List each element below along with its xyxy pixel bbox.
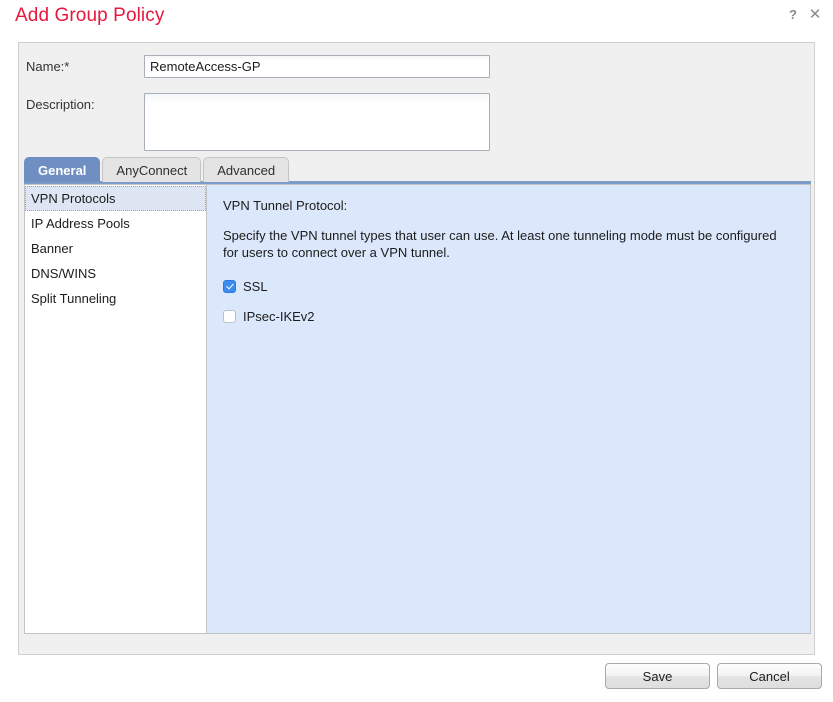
ipsec-ikev2-checkbox-label[interactable]: IPsec-IKEv2 [243, 309, 315, 324]
dialog-form-container: Name:* Description: General AnyConnect A… [18, 42, 815, 655]
ssl-checkbox-label[interactable]: SSL [243, 279, 268, 294]
save-button[interactable]: Save [605, 663, 710, 689]
header-icon-group: ? ✕ [786, 7, 822, 22]
dialog-header: Add Group Policy ? ✕ [0, 0, 833, 36]
checkbox-row-ipsec-ikev2[interactable]: IPsec-IKEv2 [223, 305, 794, 327]
close-icon[interactable]: ✕ [808, 7, 822, 22]
sidebar-item-dns-wins[interactable]: DNS/WINS [25, 261, 206, 286]
tab-bar: General AnyConnect Advanced [24, 156, 291, 182]
name-field-row: Name:* [19, 55, 814, 78]
tab-general[interactable]: General [24, 157, 101, 182]
sidebar-item-ip-address-pools[interactable]: IP Address Pools [25, 211, 206, 236]
description-label: Description: [26, 97, 95, 112]
sidebar-item-vpn-protocols[interactable]: VPN Protocols [25, 186, 206, 211]
ipsec-ikev2-checkbox[interactable] [223, 309, 236, 323]
description-textarea[interactable] [144, 93, 490, 151]
ssl-checkbox[interactable] [223, 279, 236, 293]
tab-anyconnect[interactable]: AnyConnect [102, 157, 202, 182]
tab-advanced[interactable]: Advanced [203, 157, 290, 182]
name-input[interactable] [144, 55, 490, 78]
panel-heading: VPN Tunnel Protocol: [223, 198, 348, 213]
dialog-footer: Save Cancel [0, 663, 833, 702]
description-field-row: Description: [19, 93, 814, 151]
vpn-protocols-panel: VPN Tunnel Protocol: Specify the VPN tun… [206, 184, 811, 634]
page-title: Add Group Policy [15, 5, 165, 26]
help-icon[interactable]: ? [786, 8, 800, 22]
tab-content-split: VPN Protocols IP Address Pools Banner DN… [24, 184, 811, 634]
cancel-button[interactable]: Cancel [717, 663, 822, 689]
settings-sidebar: VPN Protocols IP Address Pools Banner DN… [24, 184, 206, 634]
checkbox-row-ssl[interactable]: SSL [223, 275, 794, 297]
sidebar-item-split-tunneling[interactable]: Split Tunneling [25, 286, 206, 311]
sidebar-item-banner[interactable]: Banner [25, 236, 206, 261]
name-label: Name:* [26, 59, 70, 74]
panel-description: Specify the VPN tunnel types that user c… [223, 228, 777, 260]
